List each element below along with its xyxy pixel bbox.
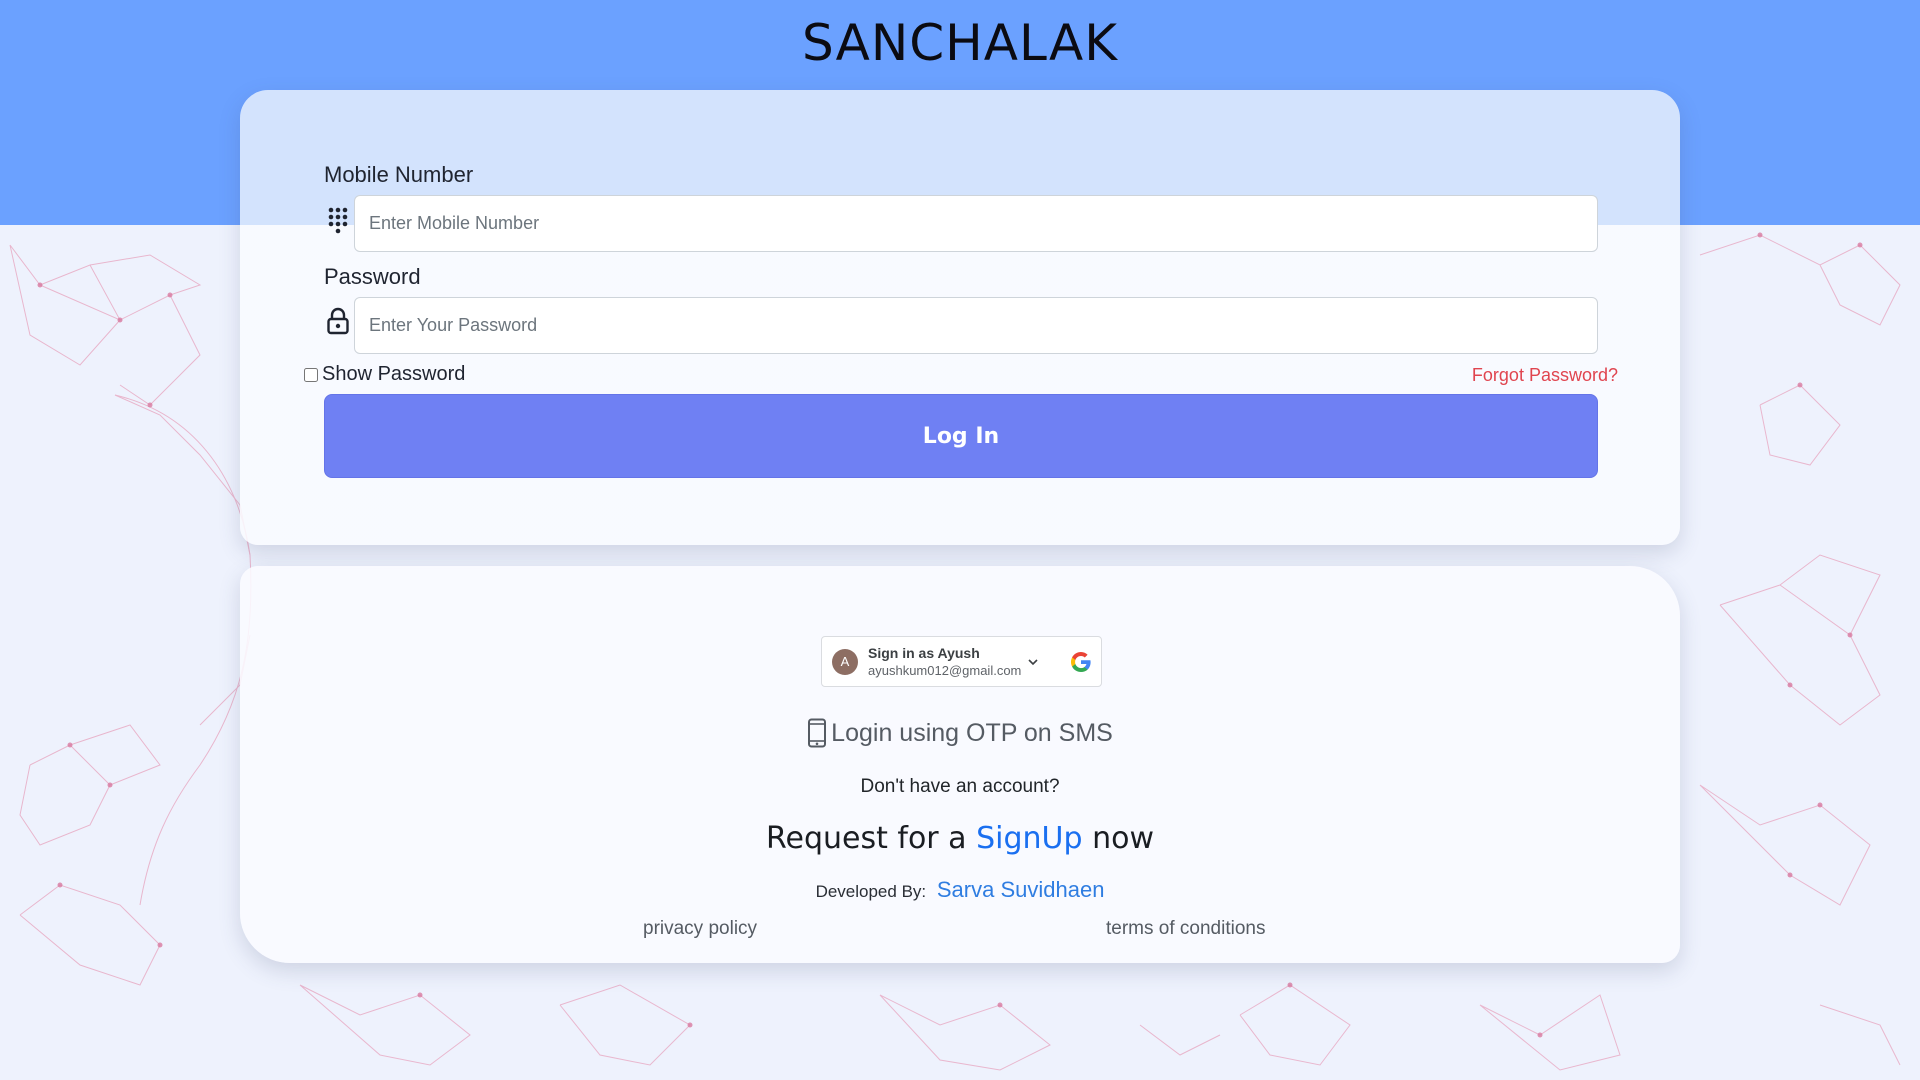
forgot-password-link[interactable]: Forgot Password? xyxy=(1472,365,1618,386)
show-password-toggle[interactable]: Show Password xyxy=(304,363,465,386)
mobile-number-label: Mobile Number xyxy=(324,162,474,187)
password-label: Password xyxy=(324,264,421,289)
otp-login-label: Login using OTP on SMS xyxy=(831,718,1113,747)
otp-login-link[interactable]: Login using OTP on SMS xyxy=(240,718,1680,748)
privacy-policy-link[interactable]: privacy policy xyxy=(643,918,757,940)
google-account-info: Sign in as Ayush ayushkum012@gmail.com xyxy=(868,645,1021,679)
mobile-number-input[interactable] xyxy=(354,195,1598,252)
signup-suffix: now xyxy=(1092,821,1154,856)
login-button[interactable]: Log In xyxy=(324,394,1598,478)
signup-prompt: Request for a SignUp now xyxy=(240,821,1680,856)
show-password-label: Show Password xyxy=(322,363,466,385)
google-signin-title: Sign in as Ayush xyxy=(868,644,980,661)
mobile-phone-icon xyxy=(808,718,827,748)
no-account-text: Don't have an account? xyxy=(860,776,1060,797)
show-password-checkbox[interactable] xyxy=(304,367,318,382)
developer-link[interactable]: Sarva Suvidhaen xyxy=(937,877,1105,902)
lock-icon xyxy=(327,307,349,335)
signup-prefix: Request for a xyxy=(765,821,967,856)
app-title: SANCHALAK xyxy=(802,14,1118,72)
alternatives-card: A Sign in as Ayush ayushkum012@gmail.com… xyxy=(240,566,1680,963)
google-logo-icon xyxy=(1071,651,1091,672)
login-card: Mobile Number Password Show Password For… xyxy=(240,90,1680,545)
dialpad-icon xyxy=(328,207,348,234)
developed-by: Developed By: Sarva Suvidhaen xyxy=(240,877,1680,903)
google-signin-button[interactable]: A Sign in as Ayush ayushkum012@gmail.com xyxy=(821,636,1102,687)
chevron-down-icon[interactable] xyxy=(1027,656,1039,668)
terms-link[interactable]: terms of conditions xyxy=(1106,918,1265,940)
google-account-email: ayushkum012@gmail.com xyxy=(868,662,1022,678)
password-input[interactable] xyxy=(354,297,1598,354)
avatar: A xyxy=(832,648,858,675)
signup-link[interactable]: SignUp xyxy=(976,821,1082,856)
developed-by-label: Developed By: xyxy=(815,882,927,901)
